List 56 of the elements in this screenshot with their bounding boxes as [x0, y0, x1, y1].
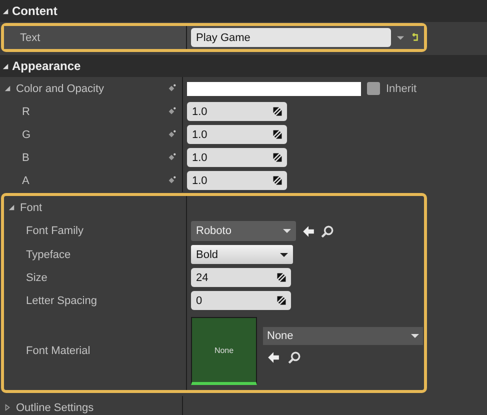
drag-icon: [273, 153, 282, 162]
reset-icon[interactable]: [410, 33, 419, 42]
number-field[interactable]: 1.0: [187, 171, 287, 190]
property-label: Color and Opacity: [16, 82, 106, 94]
section-header[interactable]: Appearance: [0, 55, 487, 77]
number-field[interactable]: 1.0: [187, 148, 287, 167]
back-arrow-icon[interactable]: [302, 224, 315, 238]
property-label: B: [22, 152, 30, 164]
caret-icon: [283, 228, 291, 234]
color-swatch[interactable]: [187, 82, 361, 96]
search-icon[interactable]: [288, 351, 301, 364]
inherit-label: Inherit: [386, 82, 417, 94]
property-label: Size: [26, 272, 48, 284]
drag-icon: [273, 107, 282, 116]
caret-icon: [280, 252, 288, 258]
text-field[interactable]: Play Game: [191, 28, 391, 47]
property-label: Font: [20, 202, 44, 214]
property-label: Outline Settings: [16, 402, 95, 414]
expand-icon[interactable]: [8, 204, 15, 211]
typeface-dropdown[interactable]: Bold: [191, 245, 293, 264]
expand-icon[interactable]: [4, 85, 11, 92]
property-label: A: [22, 174, 30, 186]
drag-icon: [277, 273, 286, 282]
property-label: G: [22, 128, 32, 140]
property-label: Font Material: [26, 345, 92, 357]
binding-icon[interactable]: [167, 130, 176, 139]
number-field[interactable]: 1.0: [187, 102, 287, 121]
font-dropdown[interactable]: Roboto: [191, 221, 296, 241]
drag-icon: [273, 130, 282, 139]
expand-icon: [2, 8, 9, 14]
binding-icon[interactable]: [167, 84, 176, 93]
property-label: Typeface: [26, 248, 72, 260]
section-header[interactable]: Content: [0, 0, 487, 22]
property-label: Font Family: [26, 225, 84, 237]
number-field[interactable]: 1.0: [187, 125, 287, 144]
number-field[interactable]: 24: [191, 268, 291, 287]
drag-icon: [277, 296, 286, 305]
caret-icon: [411, 333, 419, 339]
caret-icon[interactable]: [397, 34, 404, 40]
section-title: Appearance: [12, 59, 81, 73]
back-arrow-icon[interactable]: [267, 351, 280, 364]
material-thumbnail[interactable]: None: [191, 317, 257, 385]
section-title: Content: [12, 4, 58, 18]
property-label: Letter Spacing: [26, 294, 98, 306]
binding-icon[interactable]: [167, 176, 176, 185]
binding-icon[interactable]: [167, 107, 176, 116]
material-dropdown[interactable]: None: [263, 327, 423, 345]
number-field[interactable]: 0: [191, 291, 291, 310]
inherit-checkbox[interactable]: [367, 82, 380, 95]
property-label: Text: [20, 32, 42, 44]
drag-icon: [273, 176, 282, 185]
property-label: R: [22, 106, 31, 118]
expand-icon: [2, 62, 9, 70]
expand-icon[interactable]: [4, 404, 11, 411]
search-icon[interactable]: [321, 224, 334, 238]
binding-icon[interactable]: [167, 153, 176, 162]
